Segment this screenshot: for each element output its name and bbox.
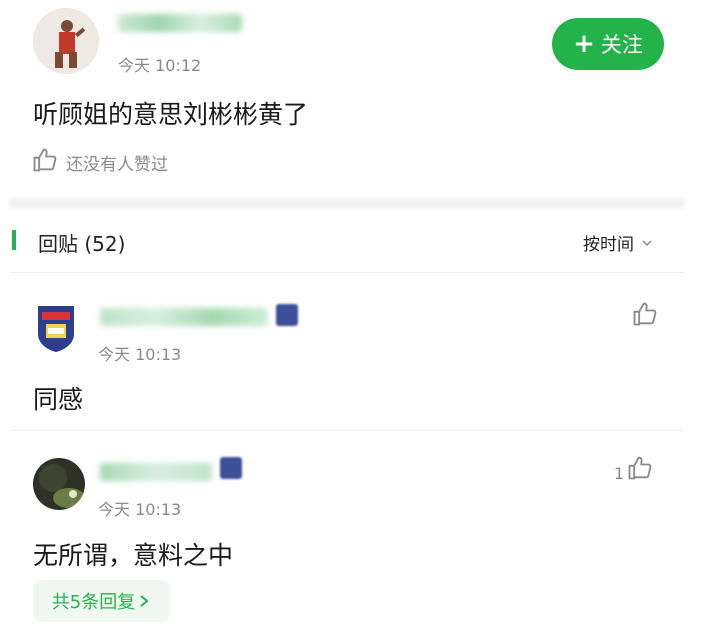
member-badge-icon: [276, 304, 298, 326]
follow-label: 关注: [600, 33, 643, 57]
comment-text: 无所谓，意料之中: [33, 541, 234, 570]
divider: [10, 430, 684, 431]
plus-icon: +: [573, 29, 595, 59]
comment-like-button[interactable]: [631, 300, 659, 328]
post-like-button[interactable]: [31, 146, 59, 174]
comment-text: 同感: [33, 385, 84, 414]
comment-avatar[interactable]: [34, 302, 78, 352]
divider: [10, 272, 684, 273]
sort-label: 按时间: [583, 235, 634, 255]
thumbs-up-icon: [628, 456, 652, 480]
poster-username-blurred: [118, 14, 242, 32]
comment-avatar[interactable]: [33, 458, 85, 510]
commenter-username-blurred: [100, 463, 212, 481]
thumbs-up-icon: [633, 302, 657, 326]
section-accent-bar: [12, 230, 16, 250]
sort-dropdown[interactable]: 按时间: [583, 230, 654, 255]
view-replies-button[interactable]: 共5条回复: [33, 580, 170, 622]
post-time: 今天 10:12: [118, 56, 202, 75]
poster-avatar[interactable]: [33, 8, 99, 74]
post-body: 听顾姐的意思刘彬彬黄了: [33, 100, 309, 129]
replies-label: 共5条回复: [51, 592, 136, 613]
comment-time: 今天 10:13: [98, 345, 182, 364]
section-divider: [10, 198, 684, 208]
like-count: 1: [614, 464, 625, 483]
like-status: 还没有人赞过: [66, 155, 168, 175]
commenter-username-blurred: [100, 308, 268, 326]
comment-time: 今天 10:13: [98, 500, 182, 519]
thumbs-up-icon: [33, 148, 57, 172]
comment-like-button[interactable]: 1: [614, 454, 654, 482]
chevron-down-icon: [642, 239, 652, 246]
member-badge-icon: [220, 457, 242, 479]
follow-button[interactable]: + 关注: [552, 18, 664, 70]
replies-title: 回贴 (52): [38, 232, 126, 256]
chevron-right-icon: [140, 595, 149, 607]
